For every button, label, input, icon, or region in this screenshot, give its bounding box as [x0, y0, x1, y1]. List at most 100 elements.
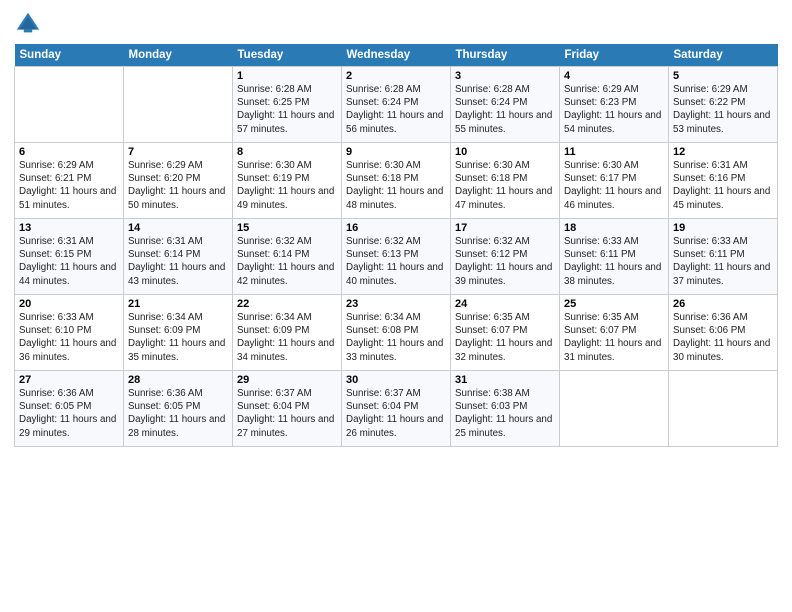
- day-number: 4: [564, 70, 664, 82]
- day-number: 15: [237, 222, 337, 234]
- day-number: 25: [564, 298, 664, 310]
- day-number: 19: [673, 222, 773, 234]
- calendar-table: SundayMondayTuesdayWednesdayThursdayFrid…: [14, 44, 778, 447]
- day-info: Sunrise: 6:30 AMSunset: 6:18 PMDaylight:…: [455, 159, 555, 212]
- calendar-cell: 7Sunrise: 6:29 AMSunset: 6:20 PMDaylight…: [124, 143, 233, 219]
- day-number: 14: [128, 222, 228, 234]
- day-info: Sunrise: 6:37 AMSunset: 6:04 PMDaylight:…: [237, 387, 337, 440]
- calendar-cell: 21Sunrise: 6:34 AMSunset: 6:09 PMDayligh…: [124, 295, 233, 371]
- calendar-cell: 30Sunrise: 6:37 AMSunset: 6:04 PMDayligh…: [342, 371, 451, 447]
- calendar-cell: [124, 67, 233, 143]
- day-number: 30: [346, 374, 446, 386]
- page-container: SundayMondayTuesdayWednesdayThursdayFrid…: [0, 0, 792, 453]
- day-info: Sunrise: 6:36 AMSunset: 6:05 PMDaylight:…: [19, 387, 119, 440]
- day-number: 26: [673, 298, 773, 310]
- day-number: 18: [564, 222, 664, 234]
- calendar-header-row: SundayMondayTuesdayWednesdayThursdayFrid…: [15, 44, 778, 67]
- day-info: Sunrise: 6:31 AMSunset: 6:14 PMDaylight:…: [128, 235, 228, 288]
- day-info: Sunrise: 6:37 AMSunset: 6:04 PMDaylight:…: [346, 387, 446, 440]
- calendar-cell: 12Sunrise: 6:31 AMSunset: 6:16 PMDayligh…: [669, 143, 778, 219]
- calendar-cell: 18Sunrise: 6:33 AMSunset: 6:11 PMDayligh…: [560, 219, 669, 295]
- calendar-cell: 19Sunrise: 6:33 AMSunset: 6:11 PMDayligh…: [669, 219, 778, 295]
- day-info: Sunrise: 6:30 AMSunset: 6:18 PMDaylight:…: [346, 159, 446, 212]
- day-info: Sunrise: 6:32 AMSunset: 6:13 PMDaylight:…: [346, 235, 446, 288]
- calendar-week-2: 6Sunrise: 6:29 AMSunset: 6:21 PMDaylight…: [15, 143, 778, 219]
- day-info: Sunrise: 6:32 AMSunset: 6:12 PMDaylight:…: [455, 235, 555, 288]
- weekday-header-wednesday: Wednesday: [342, 44, 451, 67]
- calendar-cell: 4Sunrise: 6:29 AMSunset: 6:23 PMDaylight…: [560, 67, 669, 143]
- calendar-cell: 28Sunrise: 6:36 AMSunset: 6:05 PMDayligh…: [124, 371, 233, 447]
- day-info: Sunrise: 6:32 AMSunset: 6:14 PMDaylight:…: [237, 235, 337, 288]
- day-number: 20: [19, 298, 119, 310]
- calendar-cell: 25Sunrise: 6:35 AMSunset: 6:07 PMDayligh…: [560, 295, 669, 371]
- day-number: 31: [455, 374, 555, 386]
- calendar-cell: 23Sunrise: 6:34 AMSunset: 6:08 PMDayligh…: [342, 295, 451, 371]
- calendar-cell: 29Sunrise: 6:37 AMSunset: 6:04 PMDayligh…: [233, 371, 342, 447]
- day-number: 3: [455, 70, 555, 82]
- day-number: 5: [673, 70, 773, 82]
- calendar-cell: 11Sunrise: 6:30 AMSunset: 6:17 PMDayligh…: [560, 143, 669, 219]
- day-number: 6: [19, 146, 119, 158]
- calendar-cell: 10Sunrise: 6:30 AMSunset: 6:18 PMDayligh…: [451, 143, 560, 219]
- day-number: 2: [346, 70, 446, 82]
- day-number: 13: [19, 222, 119, 234]
- weekday-header-thursday: Thursday: [451, 44, 560, 67]
- calendar-cell: 9Sunrise: 6:30 AMSunset: 6:18 PMDaylight…: [342, 143, 451, 219]
- calendar-cell: 20Sunrise: 6:33 AMSunset: 6:10 PMDayligh…: [15, 295, 124, 371]
- day-number: 17: [455, 222, 555, 234]
- day-number: 7: [128, 146, 228, 158]
- day-info: Sunrise: 6:34 AMSunset: 6:08 PMDaylight:…: [346, 311, 446, 364]
- day-info: Sunrise: 6:36 AMSunset: 6:06 PMDaylight:…: [673, 311, 773, 364]
- day-info: Sunrise: 6:33 AMSunset: 6:11 PMDaylight:…: [673, 235, 773, 288]
- day-info: Sunrise: 6:28 AMSunset: 6:25 PMDaylight:…: [237, 83, 337, 136]
- weekday-header-sunday: Sunday: [15, 44, 124, 67]
- calendar-week-5: 27Sunrise: 6:36 AMSunset: 6:05 PMDayligh…: [15, 371, 778, 447]
- calendar-cell: 8Sunrise: 6:30 AMSunset: 6:19 PMDaylight…: [233, 143, 342, 219]
- calendar-cell: 14Sunrise: 6:31 AMSunset: 6:14 PMDayligh…: [124, 219, 233, 295]
- day-number: 1: [237, 70, 337, 82]
- logo: [14, 10, 44, 38]
- day-number: 27: [19, 374, 119, 386]
- day-number: 16: [346, 222, 446, 234]
- day-info: Sunrise: 6:31 AMSunset: 6:15 PMDaylight:…: [19, 235, 119, 288]
- calendar-cell: 24Sunrise: 6:35 AMSunset: 6:07 PMDayligh…: [451, 295, 560, 371]
- calendar-week-4: 20Sunrise: 6:33 AMSunset: 6:10 PMDayligh…: [15, 295, 778, 371]
- calendar-cell: 6Sunrise: 6:29 AMSunset: 6:21 PMDaylight…: [15, 143, 124, 219]
- day-info: Sunrise: 6:29 AMSunset: 6:22 PMDaylight:…: [673, 83, 773, 136]
- day-number: 23: [346, 298, 446, 310]
- calendar-cell: 31Sunrise: 6:38 AMSunset: 6:03 PMDayligh…: [451, 371, 560, 447]
- day-number: 8: [237, 146, 337, 158]
- calendar-cell: 17Sunrise: 6:32 AMSunset: 6:12 PMDayligh…: [451, 219, 560, 295]
- calendar-week-1: 1Sunrise: 6:28 AMSunset: 6:25 PMDaylight…: [15, 67, 778, 143]
- day-number: 29: [237, 374, 337, 386]
- day-info: Sunrise: 6:36 AMSunset: 6:05 PMDaylight:…: [128, 387, 228, 440]
- header: [14, 10, 778, 38]
- day-info: Sunrise: 6:35 AMSunset: 6:07 PMDaylight:…: [564, 311, 664, 364]
- day-info: Sunrise: 6:30 AMSunset: 6:17 PMDaylight:…: [564, 159, 664, 212]
- day-info: Sunrise: 6:29 AMSunset: 6:23 PMDaylight:…: [564, 83, 664, 136]
- logo-icon: [14, 10, 42, 38]
- weekday-header-tuesday: Tuesday: [233, 44, 342, 67]
- day-number: 12: [673, 146, 773, 158]
- calendar-cell: 16Sunrise: 6:32 AMSunset: 6:13 PMDayligh…: [342, 219, 451, 295]
- day-info: Sunrise: 6:31 AMSunset: 6:16 PMDaylight:…: [673, 159, 773, 212]
- calendar-cell: 22Sunrise: 6:34 AMSunset: 6:09 PMDayligh…: [233, 295, 342, 371]
- calendar-cell: 26Sunrise: 6:36 AMSunset: 6:06 PMDayligh…: [669, 295, 778, 371]
- day-number: 10: [455, 146, 555, 158]
- day-number: 24: [455, 298, 555, 310]
- day-info: Sunrise: 6:29 AMSunset: 6:20 PMDaylight:…: [128, 159, 228, 212]
- day-number: 22: [237, 298, 337, 310]
- day-info: Sunrise: 6:29 AMSunset: 6:21 PMDaylight:…: [19, 159, 119, 212]
- calendar-cell: [669, 371, 778, 447]
- day-number: 28: [128, 374, 228, 386]
- day-info: Sunrise: 6:34 AMSunset: 6:09 PMDaylight:…: [128, 311, 228, 364]
- day-info: Sunrise: 6:28 AMSunset: 6:24 PMDaylight:…: [346, 83, 446, 136]
- calendar-cell: 27Sunrise: 6:36 AMSunset: 6:05 PMDayligh…: [15, 371, 124, 447]
- calendar-cell: 5Sunrise: 6:29 AMSunset: 6:22 PMDaylight…: [669, 67, 778, 143]
- calendar-cell: 15Sunrise: 6:32 AMSunset: 6:14 PMDayligh…: [233, 219, 342, 295]
- day-info: Sunrise: 6:38 AMSunset: 6:03 PMDaylight:…: [455, 387, 555, 440]
- day-info: Sunrise: 6:28 AMSunset: 6:24 PMDaylight:…: [455, 83, 555, 136]
- weekday-header-monday: Monday: [124, 44, 233, 67]
- day-number: 21: [128, 298, 228, 310]
- day-info: Sunrise: 6:34 AMSunset: 6:09 PMDaylight:…: [237, 311, 337, 364]
